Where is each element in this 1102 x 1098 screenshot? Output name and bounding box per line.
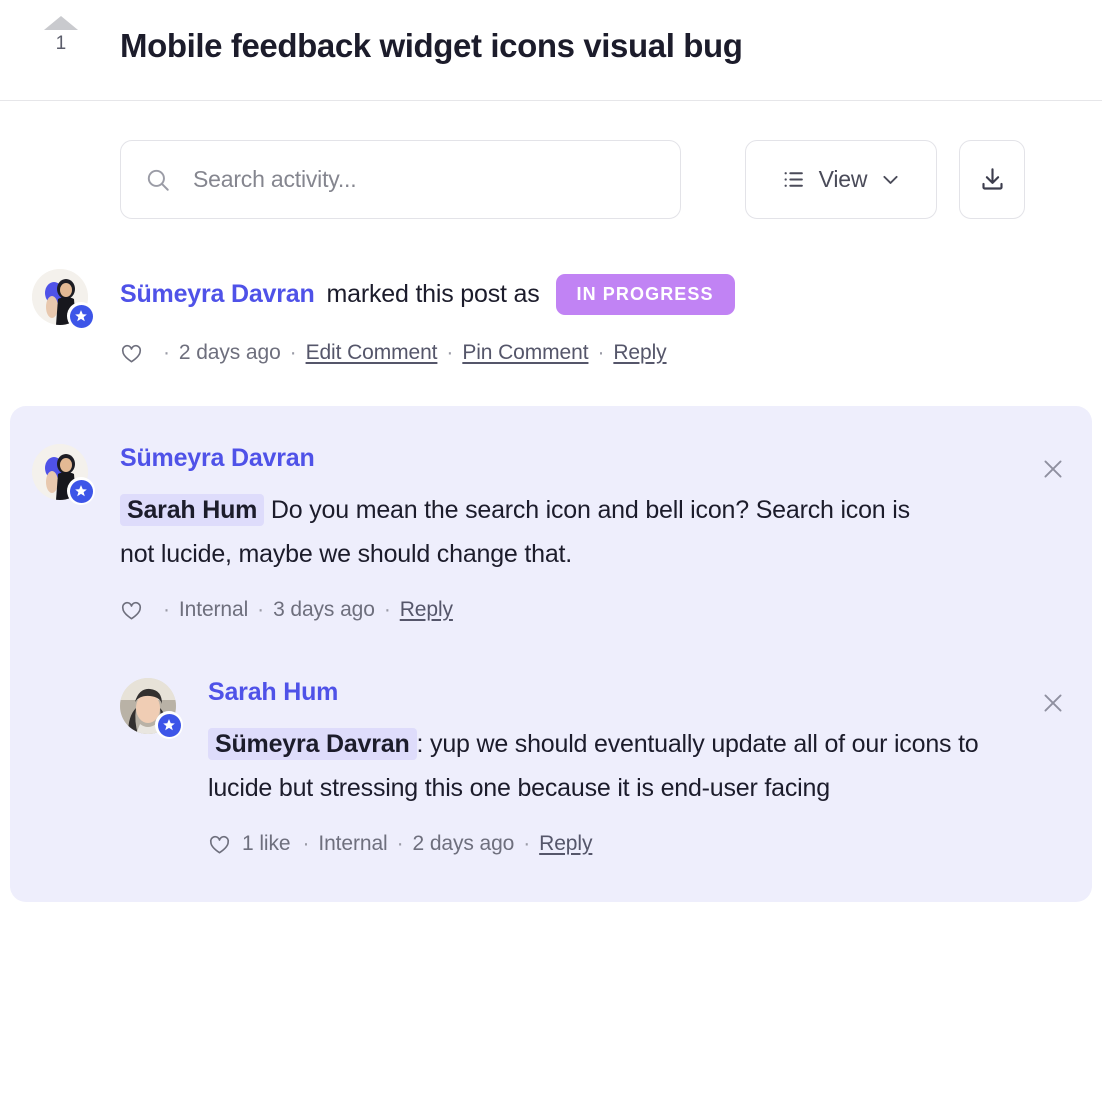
status-badge[interactable]: IN PROGRESS [555,273,735,315]
page-title: Mobile feedback widget icons visual bug [120,27,743,64]
meta-separator: · [523,832,531,855]
activity-author[interactable]: Sümeyra Davran [120,280,315,309]
heart-icon[interactable] [208,833,231,856]
mention-chip[interactable]: Sümeyra Davran [208,728,417,760]
comment-meta: 1 like · Internal · 2 days ago · Reply [208,832,1068,856]
comment-item-nested: Sarah Hum Sümeyra Davran: yup we should … [10,678,1092,856]
download-icon [979,166,1006,193]
comment-timestamp: 3 days ago [273,598,375,621]
meta-separator: · [396,832,404,855]
reply-link[interactable]: Reply [539,832,592,856]
mention-chip[interactable]: Sarah Hum [120,494,265,526]
comment-author[interactable]: Sarah Hum [208,678,338,707]
comment-content: Sarah Hum Sümeyra Davran: yup we should … [208,678,1068,856]
comment-visibility: Internal [318,832,388,855]
meta-separator: · [302,832,310,855]
search-box[interactable] [120,140,681,219]
comment-content: Sümeyra Davran Sarah Hum Do you mean the… [120,444,1068,622]
download-button[interactable] [959,140,1025,219]
star-badge-icon [67,477,95,505]
close-icon[interactable] [1036,686,1070,720]
chevron-down-icon [880,169,901,190]
avatar[interactable] [32,444,95,505]
activity-feed: Sümeyra Davran marked this post as IN PR… [0,219,1102,902]
star-badge-icon [155,711,183,739]
activity-toolbar: View [0,101,1102,219]
comment-timestamp: 2 days ago [412,832,515,855]
search-icon [145,167,171,193]
comment-author[interactable]: Sümeyra Davran [120,444,315,473]
reply-link[interactable]: Reply [400,598,453,622]
view-button[interactable]: View [745,140,937,219]
activity-timestamp: 2 days ago [178,341,281,364]
meta-separator: · [163,598,170,621]
comment-text: Sümeyra Davran: yup we should eventually… [208,722,1018,810]
search-input[interactable] [191,165,656,194]
activity-content: Sümeyra Davran marked this post as IN PR… [120,269,1102,365]
activity-action-text: marked this post as [326,279,540,308]
reply-link[interactable]: Reply [613,341,666,365]
close-icon[interactable] [1036,452,1070,486]
list-icon [781,167,806,192]
activity-meta: · 2 days ago · Edit Comment · Pin Commen… [120,341,1102,365]
view-button-label: View [818,166,868,192]
upvote-count: 1 [55,33,67,54]
comment-item: Sümeyra Davran Sarah Hum Do you mean the… [10,444,1092,622]
upvote-button[interactable]: 1 [30,16,92,53]
edit-comment-link[interactable]: Edit Comment [306,341,438,365]
comment-meta: · Internal · 3 days ago · Reply [120,598,1068,622]
triangle-up-icon [44,16,78,30]
star-badge-icon [67,302,95,330]
activity-headline: Sümeyra Davran marked this post as IN PR… [120,269,1102,319]
activity-page: 1 Mobile feedback widget icons visual bu… [0,0,1102,1098]
meta-separator: · [163,341,170,364]
comment-visibility: Internal [178,598,249,621]
pin-comment-link[interactable]: Pin Comment [462,341,588,365]
page-header: 1 Mobile feedback widget icons visual bu… [0,0,1102,101]
meta-separator: · [289,341,297,364]
meta-separator: · [446,341,454,364]
meta-separator: · [383,598,391,621]
heart-icon[interactable] [120,599,143,622]
comment-text: Sarah Hum Do you mean the search icon an… [120,488,930,576]
meta-separator: · [257,598,265,621]
activity-item-status-change: Sümeyra Davran marked this post as IN PR… [0,219,1102,365]
highlighted-thread-panel: Sümeyra Davran Sarah Hum Do you mean the… [10,406,1092,902]
avatar[interactable] [32,269,95,330]
avatar[interactable] [120,678,183,739]
heart-icon[interactable] [120,342,143,365]
like-count: 1 like [242,832,291,855]
meta-separator: · [597,341,605,364]
